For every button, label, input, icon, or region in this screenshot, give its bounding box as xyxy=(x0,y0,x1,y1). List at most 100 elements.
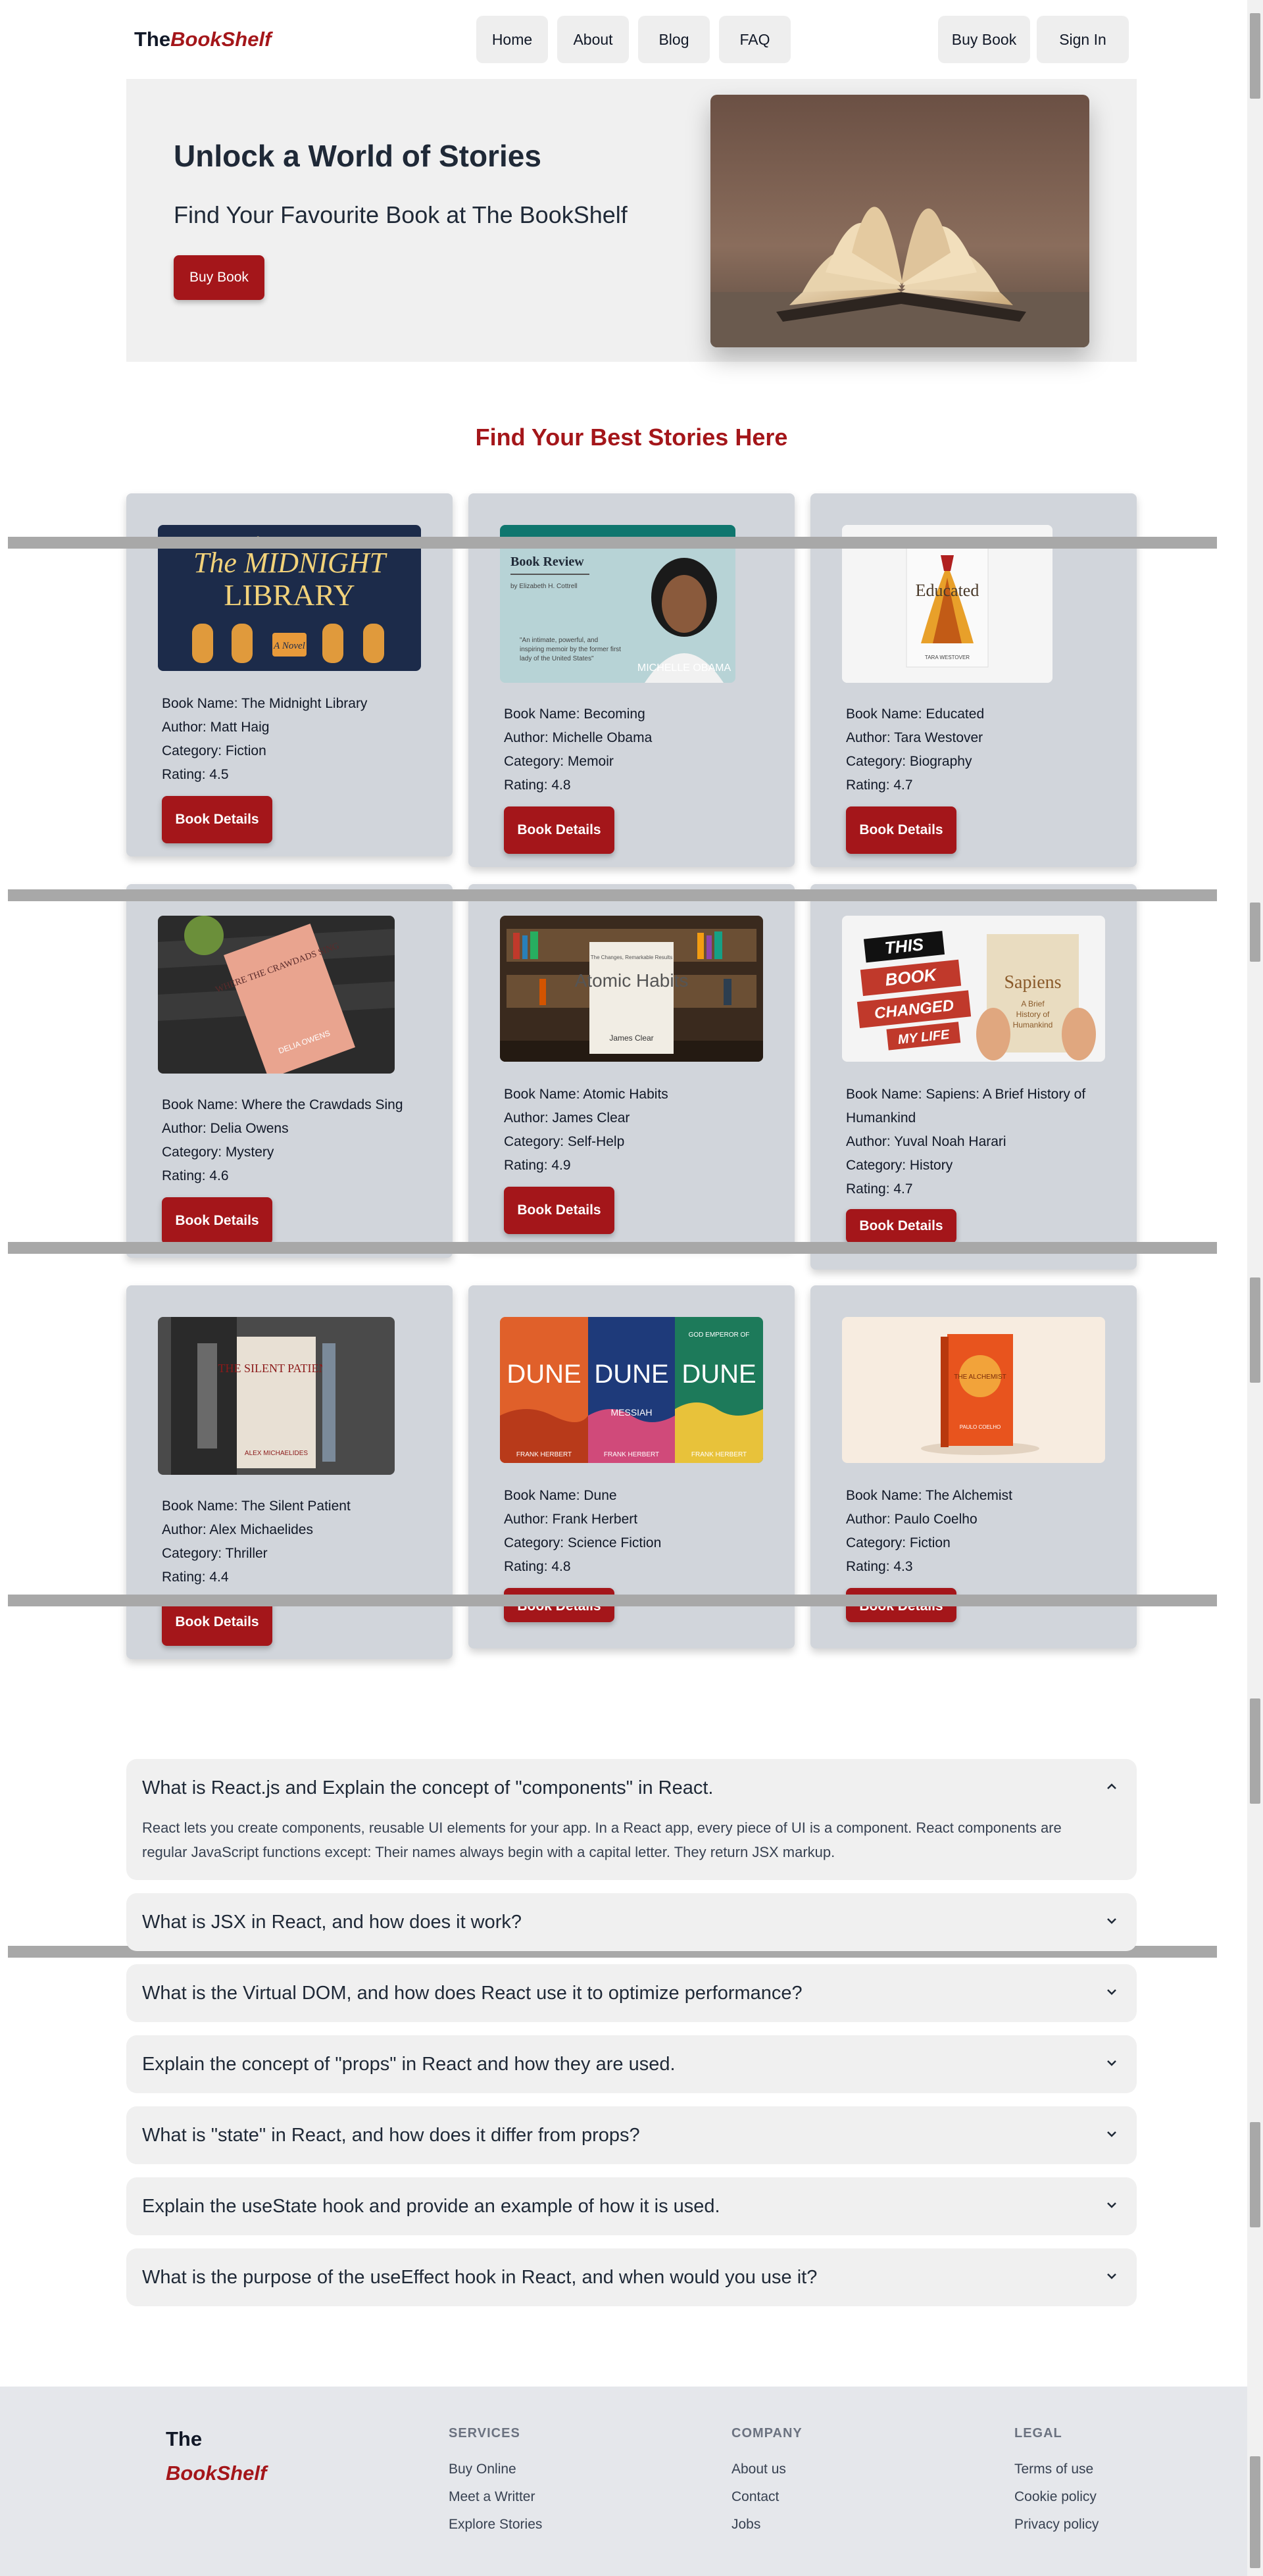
label: Author: xyxy=(162,1121,210,1136)
chevron-down-icon[interactable] xyxy=(1104,1913,1120,1929)
value: Science Fiction xyxy=(567,1535,662,1550)
value: Self-Help xyxy=(567,1134,625,1149)
book-info: Book Name: The Alchemist Author: Paulo C… xyxy=(846,1484,1122,1579)
chevron-up-icon[interactable] xyxy=(1104,1779,1120,1795)
book-card: The Changes, Remarkable Results Atomic H… xyxy=(468,884,795,1247)
label: Book Name: xyxy=(504,1087,583,1102)
vertical-scrollbar-thumb[interactable] xyxy=(1250,1698,1260,1804)
book-category: Category: Self-Help xyxy=(504,1130,780,1154)
chevron-down-icon[interactable] xyxy=(1104,2126,1120,2142)
book-details-button[interactable]: Book Details xyxy=(162,1197,272,1245)
svg-text:FRANK HERBERT: FRANK HERBERT xyxy=(604,1451,659,1458)
nav-buy-book-button[interactable]: Buy Book xyxy=(938,16,1030,63)
label: Author: xyxy=(162,1522,210,1537)
chevron-down-icon[interactable] xyxy=(1104,2197,1120,2213)
sign-in-button[interactable]: Sign In xyxy=(1037,16,1129,63)
footer-link-terms[interactable]: Terms of use xyxy=(1014,2456,1099,2483)
faq-item[interactable]: What is the purpose of the useEffect hoo… xyxy=(126,2248,1137,2306)
vertical-scrollbar-thumb[interactable] xyxy=(1250,903,1260,962)
chevron-down-icon[interactable] xyxy=(1104,2055,1120,2071)
horizontal-scrollbar[interactable] xyxy=(8,1242,1217,1254)
label: Book Name: xyxy=(162,1499,242,1514)
value: Becoming xyxy=(583,706,645,722)
book-category: Category: History xyxy=(846,1154,1122,1177)
faq-question[interactable]: Explain the useState hook and provide an… xyxy=(142,2196,720,2217)
faq-question[interactable]: What is "state" in React, and how does i… xyxy=(142,2125,640,2146)
book-details-button[interactable]: Book Details xyxy=(846,1209,956,1243)
book-details-button[interactable]: Book Details xyxy=(504,1187,614,1234)
chevron-down-icon[interactable] xyxy=(1104,2268,1120,2284)
faq-question[interactable]: What is JSX in React, and how does it wo… xyxy=(142,1912,522,1933)
vertical-scrollbar-thumb[interactable] xyxy=(1250,1277,1260,1383)
book-cover-image: Educated TARA WESTOVER xyxy=(842,525,1052,683)
label: Author: xyxy=(846,1512,895,1527)
svg-text:lady of the United States": lady of the United States" xyxy=(520,655,594,662)
book-name: Book Name: The Alchemist xyxy=(846,1484,1122,1508)
book-author: Author: Paulo Coelho xyxy=(846,1508,1122,1531)
faq-item[interactable]: Explain the useState hook and provide an… xyxy=(126,2177,1137,2235)
vertical-scrollbar-thumb[interactable] xyxy=(1250,2456,1260,2568)
label: Category: xyxy=(162,743,226,758)
book-author: Author: Frank Herbert xyxy=(504,1508,780,1531)
book-details-button[interactable]: Book Details xyxy=(846,806,956,854)
value: Yuval Noah Harari xyxy=(894,1134,1006,1149)
cover-text: PAULO COELHO xyxy=(960,1424,1001,1430)
footer-link-contact[interactable]: Contact xyxy=(731,2483,803,2511)
nav-about[interactable]: About xyxy=(557,16,629,63)
value: Fiction xyxy=(909,1535,951,1550)
cover-text: Atomic Habits xyxy=(575,970,689,991)
book-info: Book Name: Atomic Habits Author: James C… xyxy=(504,1083,780,1177)
book-details-button[interactable]: Book Details xyxy=(504,806,614,854)
faq-question[interactable]: What is the Virtual DOM, and how does Re… xyxy=(142,1983,803,2004)
nav-home[interactable]: Home xyxy=(476,16,548,63)
nav-links: Home About Blog FAQ xyxy=(476,16,791,63)
nav-faq[interactable]: FAQ xyxy=(719,16,791,63)
footer-link-meet-writer[interactable]: Meet a Writter xyxy=(449,2483,542,2511)
book-rating: Rating: 4.9 xyxy=(504,1154,780,1177)
nav-blog[interactable]: Blog xyxy=(638,16,710,63)
faq-question[interactable]: Explain the concept of "props" in React … xyxy=(142,2054,676,2075)
horizontal-scrollbar[interactable] xyxy=(8,889,1217,901)
footer-link-cookie[interactable]: Cookie policy xyxy=(1014,2483,1099,2511)
book-author: Author: Delia Owens xyxy=(162,1117,438,1141)
faq-item[interactable]: Explain the concept of "props" in React … xyxy=(126,2035,1137,2093)
horizontal-scrollbar[interactable] xyxy=(8,537,1217,549)
footer-link-jobs[interactable]: Jobs xyxy=(731,2511,803,2539)
value: Tara Westover xyxy=(894,730,983,745)
footer-link-about[interactable]: About us xyxy=(731,2456,803,2483)
vertical-scrollbar-thumb[interactable] xyxy=(1250,13,1260,99)
footer: The BookShelf SERVICES Buy Online Meet a… xyxy=(0,2387,1247,2576)
svg-text:FRANK HERBERT: FRANK HERBERT xyxy=(691,1451,747,1458)
faq-question[interactable]: What is React.js and Explain the concept… xyxy=(142,1777,714,1799)
book-rating: Rating: 4.7 xyxy=(846,774,1122,797)
value: The Silent Patient xyxy=(241,1499,351,1514)
label: Book Name: xyxy=(504,706,584,722)
horizontal-scrollbar[interactable] xyxy=(8,1595,1217,1606)
value: 4.8 xyxy=(551,778,571,793)
faq-question[interactable]: What is the purpose of the useEffect hoo… xyxy=(142,2267,817,2289)
footer-heading: SERVICES xyxy=(449,2426,520,2440)
value: 4.4 xyxy=(209,1570,229,1585)
navbar: TheBookShelf Home About Blog FAQ Buy Boo… xyxy=(126,0,1137,79)
footer-link-explore[interactable]: Explore Stories xyxy=(449,2511,542,2539)
book-cover-image: THE ALCHEMIST PAULO COELHO xyxy=(842,1317,1105,1463)
faq-item[interactable]: What is the Virtual DOM, and how does Re… xyxy=(126,1964,1137,2022)
book-rating: Rating: 4.6 xyxy=(162,1164,438,1188)
label: Book Name: xyxy=(162,1097,242,1112)
book-name: Book Name: Atomic Habits xyxy=(504,1083,780,1106)
footer-link-privacy[interactable]: Privacy policy xyxy=(1014,2511,1099,2539)
faq-item[interactable]: What is JSX in React, and how does it wo… xyxy=(126,1893,1137,1951)
hero-buy-book-button[interactable]: Buy Book xyxy=(174,255,264,300)
chevron-down-icon[interactable] xyxy=(1104,1984,1120,2000)
faq-item[interactable]: What is "state" in React, and how does i… xyxy=(126,2106,1137,2164)
faq-item[interactable]: What is React.js and Explain the concept… xyxy=(126,1759,1137,1880)
svg-text:DUNE: DUNE xyxy=(594,1360,668,1389)
brand-logo[interactable]: TheBookShelf xyxy=(134,28,271,51)
footer-link-buy-online[interactable]: Buy Online xyxy=(449,2456,542,2483)
vertical-scrollbar-thumb[interactable] xyxy=(1250,2122,1260,2227)
book-rating: Rating: 4.8 xyxy=(504,774,780,797)
book-rating: Rating: 4.3 xyxy=(846,1555,1122,1579)
value: 4.3 xyxy=(893,1559,913,1574)
book-details-button[interactable]: Book Details xyxy=(162,796,272,843)
brand-name: BookShelf xyxy=(170,28,272,51)
